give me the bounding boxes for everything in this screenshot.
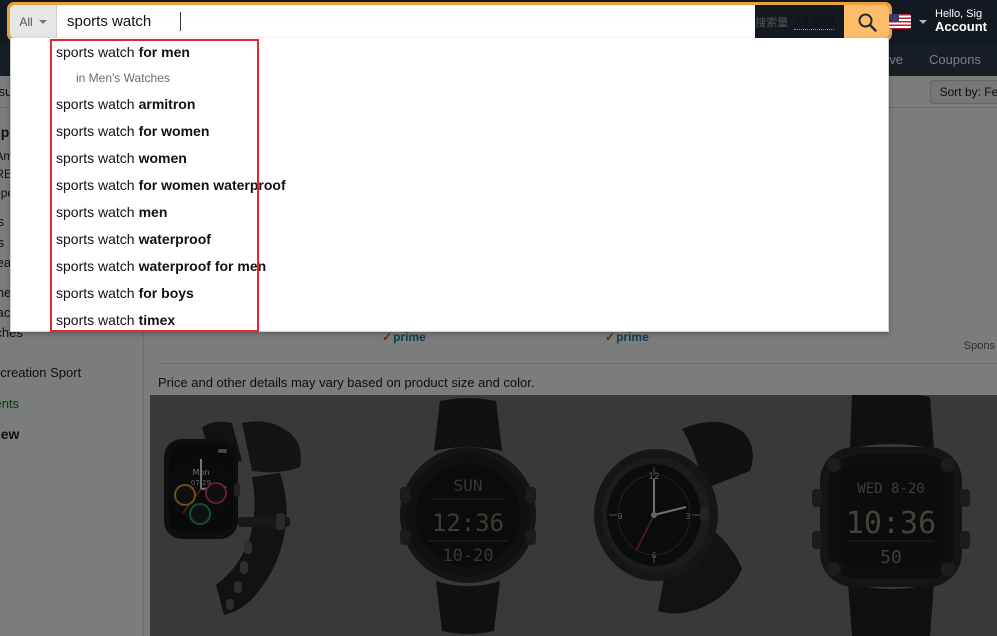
search-input[interactable]	[57, 5, 756, 38]
sidebar-brand-1[interactable]: Brands	[0, 584, 144, 604]
suggestion-prefix: sports watch	[56, 203, 135, 220]
product-card-digital-sport-watch[interactable]: WED 8-20 10:36 50	[786, 392, 997, 636]
suggestion-completion: armitron	[138, 95, 196, 112]
round-analog-smartwatch-image: 12 9 3 6	[574, 395, 786, 636]
suggestion-item-6[interactable]: sports watch waterproof	[11, 225, 888, 252]
svg-text:50: 50	[880, 547, 902, 568]
review-filter-row-2[interactable]: ☆ & Up	[0, 489, 144, 509]
suggestion-item-0[interactable]: sports watch for men	[11, 38, 888, 65]
search-input-wrapper	[57, 5, 756, 38]
suggestion-prefix: sports watch	[56, 284, 135, 301]
account-label: Account	[935, 19, 987, 35]
suggestion-item-9[interactable]: sports watch timex	[11, 306, 888, 333]
review-filter-row-3[interactable]: ☆ & Up	[0, 509, 144, 529]
suggestion-prefix: sports watch	[56, 311, 135, 328]
product-card-round-analog-smartwatch[interactable]: 12 9 3 6	[574, 395, 786, 636]
sidebar-type-3[interactable]: s	[0, 343, 144, 363]
square-smartwatch-image: Mon 07/29	[150, 395, 362, 636]
suggestion-prefix: sports watch	[56, 122, 135, 139]
search-category-dropdown[interactable]: All	[10, 5, 57, 38]
suggestion-item-2[interactable]: sports watch for women	[11, 117, 888, 144]
suggestion-item-7[interactable]: sports watch waterproof for men	[11, 252, 888, 279]
sidebar-heading-brand: ion	[0, 539, 144, 561]
suggestion-completion: for men	[138, 43, 190, 60]
suggestion-item-1[interactable]: sports watch armitron	[11, 90, 888, 117]
search-volume-indicator: 搜索量 19,249	[755, 5, 844, 38]
chevron-down-icon	[38, 19, 47, 24]
product-grid: Mon 07/29 SUN 12:36 10-20 12 9 3 6 WED 8…	[150, 392, 997, 636]
product-card-round-digital-watch[interactable]: SUN 12:36 10-20	[362, 395, 574, 636]
suggestion-item-4[interactable]: sports watch for women waterproof	[11, 171, 888, 198]
search-bar: All 搜索量 19,249	[7, 2, 892, 41]
product-card-square-smartwatch[interactable]: Mon 07/29	[150, 395, 362, 636]
svg-text:Mon: Mon	[193, 468, 210, 477]
account-text: Hello, Sig Account	[935, 8, 987, 36]
suggestion-prefix: sports watch	[56, 257, 135, 274]
see-all-departments-link[interactable]: epartments	[0, 394, 144, 414]
suggestion-completion: for women waterproof	[138, 176, 286, 193]
sidebar-brand-0[interactable]: s	[0, 564, 144, 584]
suggestion-completion: waterproof for men	[138, 257, 267, 274]
sidebar-type-4[interactable]: door Recreation Sport	[0, 363, 144, 383]
suggestion-prefix: sports watch	[56, 149, 135, 166]
sidebar-brand-2[interactable]: rands	[0, 604, 144, 624]
suggestion-completion: women	[138, 149, 187, 166]
suggestion-completion: timex	[138, 311, 176, 328]
suggestion-department-0[interactable]: in Men's Watches	[11, 65, 888, 90]
suggestion-prefix: sports watch	[56, 43, 135, 60]
suggestion-completion: men	[138, 203, 168, 220]
prime-badges-row: prime prime	[150, 330, 997, 350]
review-filter-row-0[interactable]: ☆ & Up	[0, 448, 144, 468]
search-volume-value: 19,249	[794, 13, 834, 30]
svg-text:WED 8-20: WED 8-20	[857, 481, 924, 497]
search-icon	[858, 13, 877, 32]
sponsored-label: Spons	[963, 340, 995, 352]
digital-sport-watch-image: WED 8-20 10:36 50	[786, 392, 997, 636]
account-menu[interactable]: Hello, Sig Account	[875, 0, 997, 43]
suggestion-prefix: sports watch	[56, 176, 135, 193]
suggestion-prefix: sports watch	[56, 95, 135, 112]
suggestion-item-5[interactable]: sports watch men	[11, 198, 888, 225]
price-disclaimer-note: Price and other details may vary based o…	[158, 375, 535, 390]
search-volume-label: 搜索量	[755, 16, 789, 29]
svg-text:SUN: SUN	[454, 476, 483, 495]
nav-link-coupons[interactable]: Coupons	[929, 52, 981, 67]
suggestion-item-8[interactable]: sports watch for boys	[11, 279, 888, 306]
header-bar-foreground: All 搜索量 19,249 Hello, Sig	[0, 0, 997, 43]
suggestion-completion: for women	[138, 122, 210, 139]
round-digital-watch-image: SUN 12:36 10-20	[362, 395, 574, 636]
screenshot-root: Prime omotive Coupons ,000 resul Sort by…	[0, 0, 997, 636]
suggestion-completion: for boys	[138, 284, 194, 301]
search-category-label: All	[19, 14, 33, 29]
results-divider	[158, 363, 997, 364]
suggestion-completion: waterproof	[138, 230, 211, 247]
svg-text:10:36: 10:36	[846, 506, 936, 541]
suggestion-department-label: in Men's Watches	[76, 70, 170, 85]
suggestion-item-3[interactable]: sports watch women	[11, 144, 888, 171]
sort-by-dropdown[interactable]: Sort by: Featur	[929, 79, 997, 104]
text-cursor-caret	[180, 12, 181, 31]
us-flag-icon	[889, 14, 911, 29]
svg-text:12:36: 12:36	[432, 509, 504, 537]
review-filter-row-1[interactable]: ☆ & Up	[0, 469, 144, 489]
sidebar-heading-review: er Review	[0, 425, 20, 442]
chevron-down-icon	[919, 19, 927, 24]
svg-text:10-20: 10-20	[442, 546, 493, 566]
search-suggestions-dropdown[interactable]: sports watch for men in Men's Watches sp…	[10, 38, 889, 332]
suggestion-prefix: sports watch	[56, 230, 135, 247]
